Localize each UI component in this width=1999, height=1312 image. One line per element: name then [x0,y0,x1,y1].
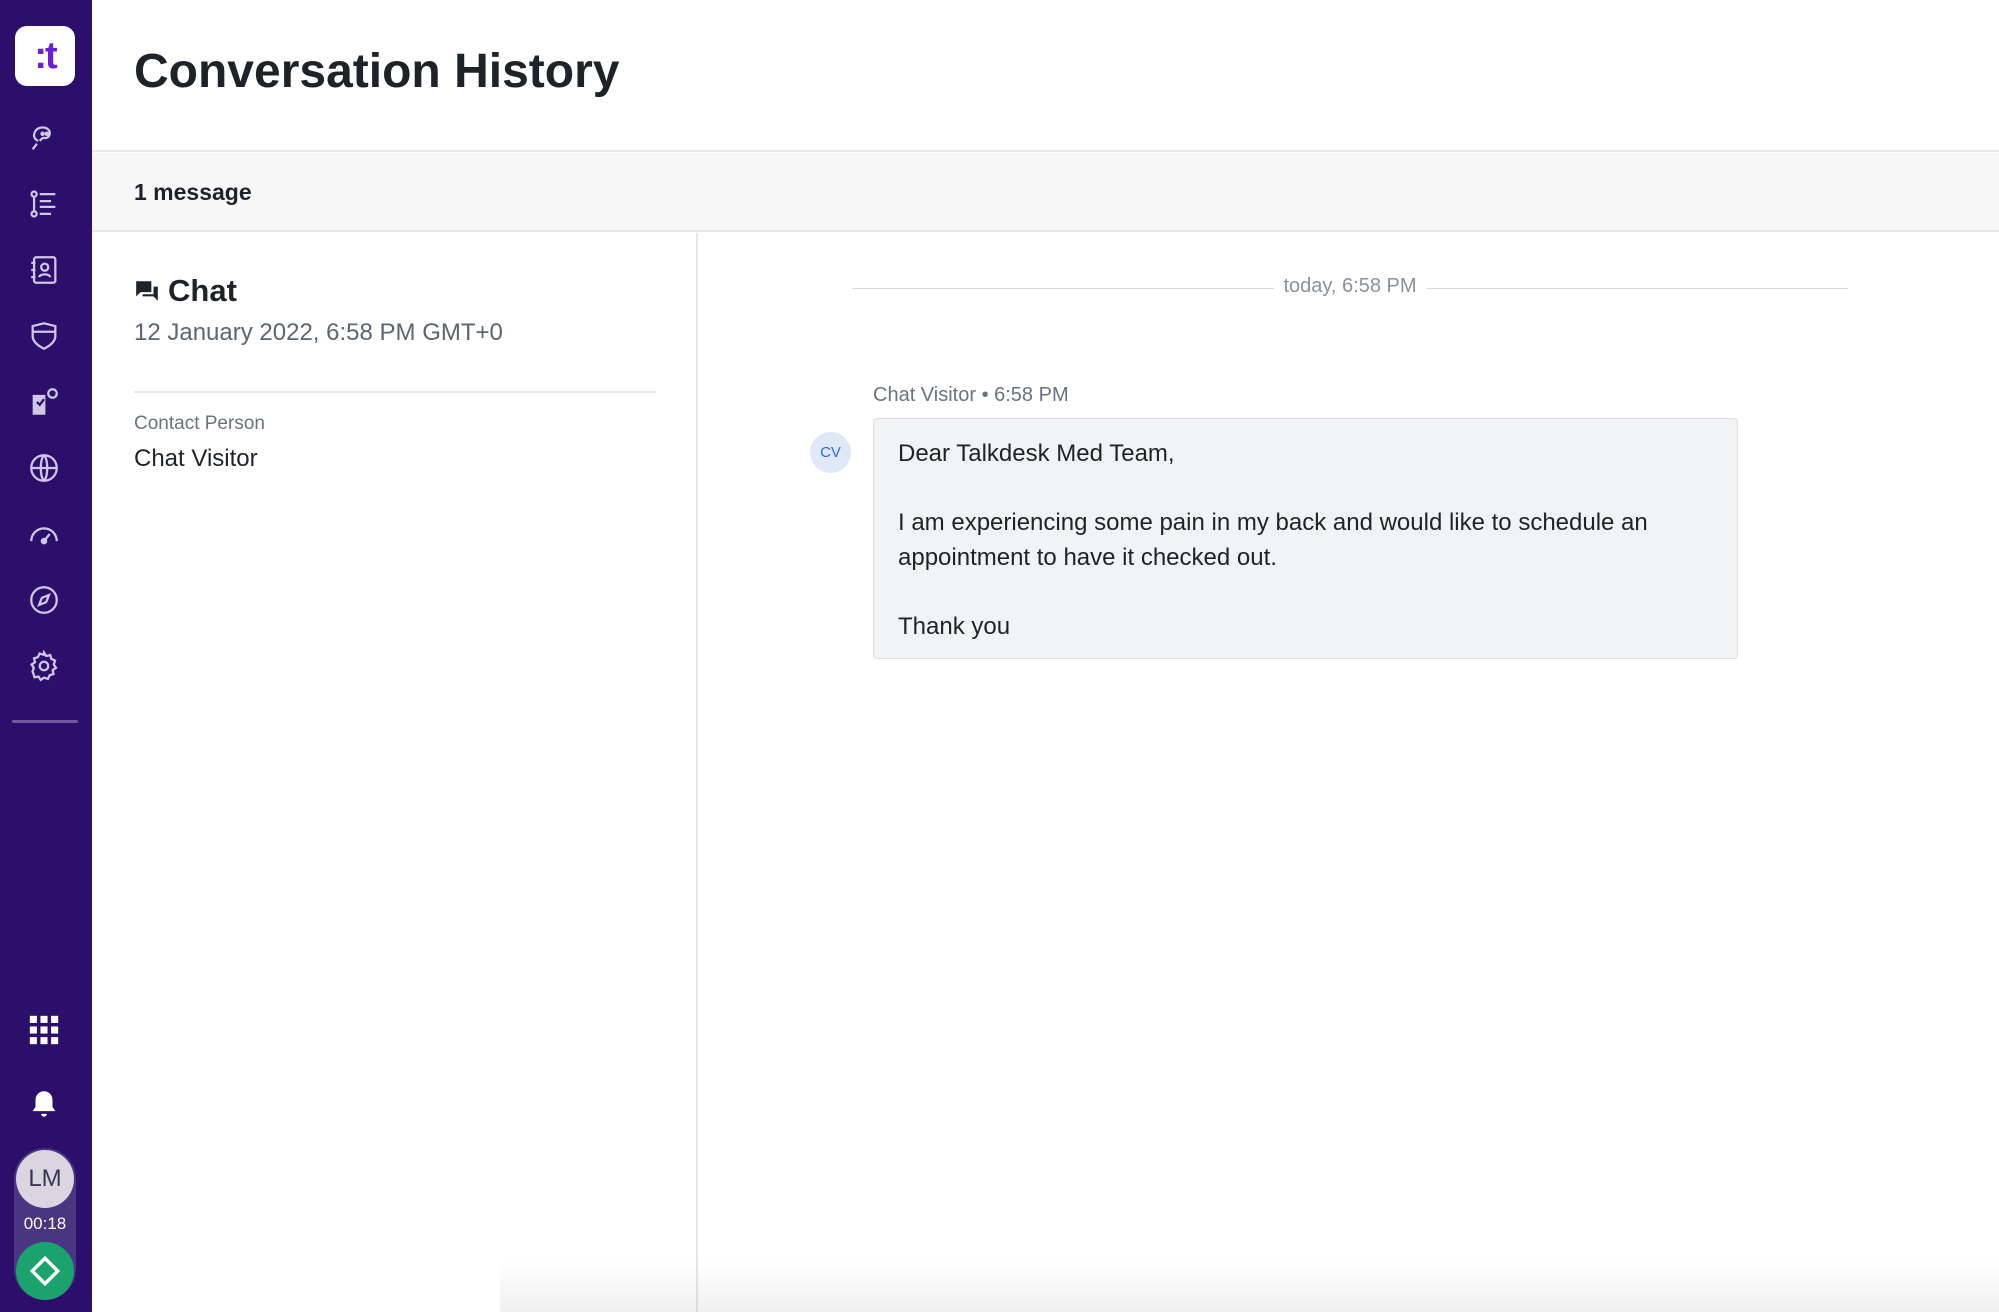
contacts-icon [31,256,57,284]
contact-person-value: Chat Visitor [134,445,258,472]
nav-item-conversations[interactable] [24,118,64,158]
nav-item-list[interactable] [24,184,64,224]
shield-icon [31,322,57,351]
message-avatar: CV [810,432,851,473]
conversations-icon [31,126,51,151]
message-line: appointment to have it checked out. [898,543,1277,571]
automation-icon [32,388,58,415]
list-icon [30,190,56,218]
session-timer: 00:18 [23,1214,67,1233]
message-line: I am experiencing some pain in my back a… [898,509,1648,536]
conversation-date: 12 January 2022, 6:58 PM GMT+0 [134,319,503,346]
message-count-bar: 1 message [92,153,1999,232]
bell-icon [32,1091,56,1117]
app-logo[interactable]: :t [15,26,75,86]
nav-item-globe[interactable] [24,448,64,488]
nav-item-explore[interactable] [24,580,64,620]
nav-rail: :t LM 00:18 [0,0,92,1312]
message-line: Dear Talkdesk Med Team, [898,440,1175,467]
compass-icon [30,586,58,614]
avatar[interactable]: LM [16,1150,74,1208]
conversation-pane: today, 6:58 PM Chat Visitor • 6:58 PM CV… [700,233,1999,1312]
contact-person-label: Contact Person [134,413,265,434]
nav-item-settings[interactable] [24,646,64,686]
apps-grid-icon [29,1015,59,1045]
app-root: :t LM 00:18 Conversation History 1 messa… [0,0,1999,1312]
message-bubble: Dear Talkdesk Med Team, I am experiencin… [873,418,1738,659]
channel-row: Chat [134,273,237,309]
rail-divider [12,720,78,723]
message-avatar-initials: CV [820,444,841,461]
globe-icon [30,454,58,482]
date-separator: today, 6:58 PM [852,273,1848,303]
separator-label: today, 6:58 PM [1283,275,1417,297]
channel-label: Chat [168,273,237,308]
nav-item-automation[interactable] [24,382,64,422]
nav-item-shield[interactable] [24,316,64,356]
settings-icon [29,649,58,682]
dashboard-gauge-icon [30,527,58,545]
avatar-initials: LM [28,1165,62,1192]
page-header: Conversation History [92,0,1999,152]
message-count: 1 message [134,179,252,205]
user-status-block: LM 00:18 [14,1148,76,1300]
nav-item-apps[interactable] [24,1010,64,1050]
nav-item-dashboard[interactable] [24,514,64,554]
nav-item-notifications[interactable] [24,1084,64,1124]
details-divider [134,391,656,393]
nav-item-contacts[interactable] [24,250,64,290]
message-meta: Chat Visitor • 6:58 PM [873,384,1069,406]
message-line: Thank you [898,612,1011,640]
status-toggle[interactable] [16,1242,74,1300]
page-title: Conversation History [134,45,620,98]
status-diamond-icon [29,1255,61,1287]
separator-line-right [1426,288,1848,289]
chat-bubbles-icon [136,281,158,301]
conversation-details-panel: Chat 12 January 2022, 6:58 PM GMT+0 Cont… [92,233,698,1312]
logo-text: :t [34,35,57,77]
